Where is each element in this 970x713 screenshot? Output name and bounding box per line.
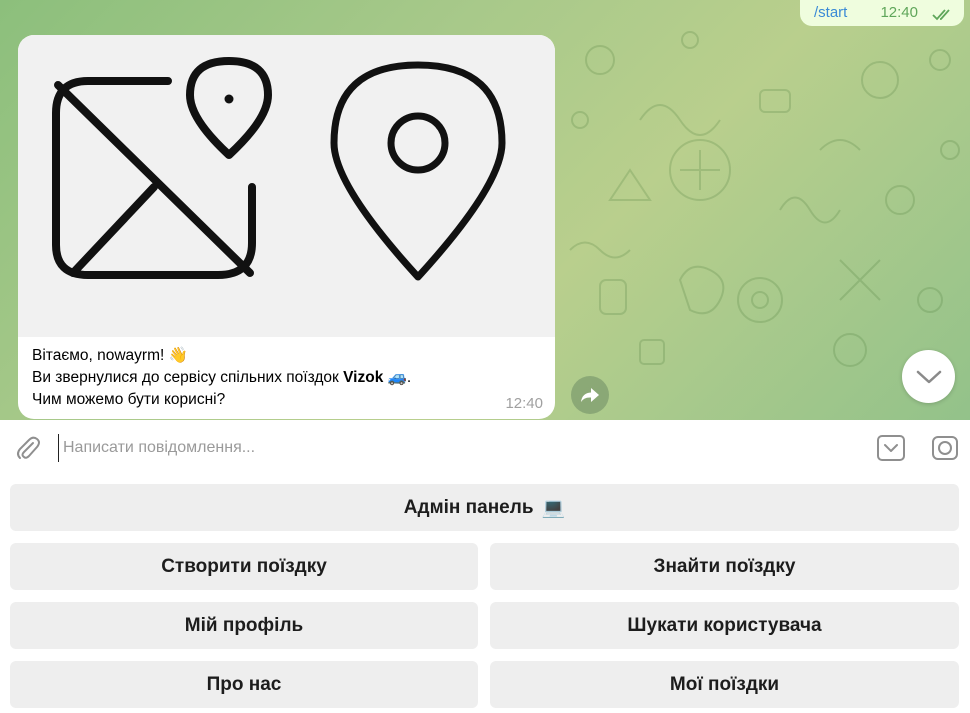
- chevron-down-icon: [916, 370, 941, 383]
- message-line-service: Ви звернулися до сервісу спільних поїздо…: [32, 367, 541, 389]
- message-line-service-suffix: 🚙.: [383, 369, 412, 386]
- admin-panel-label: Адмін панель: [403, 496, 534, 518]
- message-line-greeting: Вітаємо, nowayrm! 👋: [32, 347, 188, 364]
- message-line-question: Чим можемо бути корисні?: [32, 391, 226, 408]
- message-text: Вітаємо, nowayrm! 👋 Ви звернулися до сер…: [18, 337, 555, 411]
- my-trips-button[interactable]: Мої поїздки: [490, 661, 959, 708]
- about-us-button[interactable]: Про нас: [10, 661, 478, 708]
- search-user-button[interactable]: Шукати користувача: [490, 602, 959, 649]
- chat-area: /start 12:40 Вітаємо, nowayrm! 👋 Ви звер…: [0, 0, 970, 420]
- find-trip-button[interactable]: Знайти поїздку: [490, 543, 959, 590]
- message-input-bar: [0, 420, 970, 476]
- double-check-icon: [932, 9, 950, 21]
- laptop-emoji: 💻: [541, 497, 566, 519]
- incoming-message-bubble[interactable]: Вітаємо, nowayrm! 👋 Ви звернулися до сер…: [18, 35, 555, 419]
- service-name: Vizok: [343, 369, 384, 386]
- create-trip-button[interactable]: Створити поїздку: [10, 543, 478, 590]
- message-input[interactable]: [58, 434, 848, 462]
- share-icon: [581, 388, 599, 402]
- admin-panel-button[interactable]: Адмін панель 💻: [10, 484, 959, 531]
- message-media[interactable]: [18, 35, 555, 337]
- outgoing-message-bubble[interactable]: /start 12:40: [800, 0, 964, 26]
- keyboard-toggle-icon[interactable]: [876, 433, 906, 463]
- image-location-icon: [52, 57, 272, 279]
- message-line-service-prefix: Ви звернулися до сервісу спільних поїздо…: [32, 369, 344, 386]
- map-pin-icon: [330, 61, 506, 281]
- share-button[interactable]: [571, 376, 609, 414]
- camera-icon[interactable]: [930, 433, 960, 463]
- start-command-link[interactable]: /start: [814, 4, 847, 21]
- paperclip-icon[interactable]: [14, 434, 42, 462]
- scroll-down-button[interactable]: [902, 350, 955, 403]
- message-time: 12:40: [880, 4, 918, 21]
- my-profile-button[interactable]: Мій профіль: [10, 602, 478, 649]
- message-time: 12:40: [505, 395, 543, 412]
